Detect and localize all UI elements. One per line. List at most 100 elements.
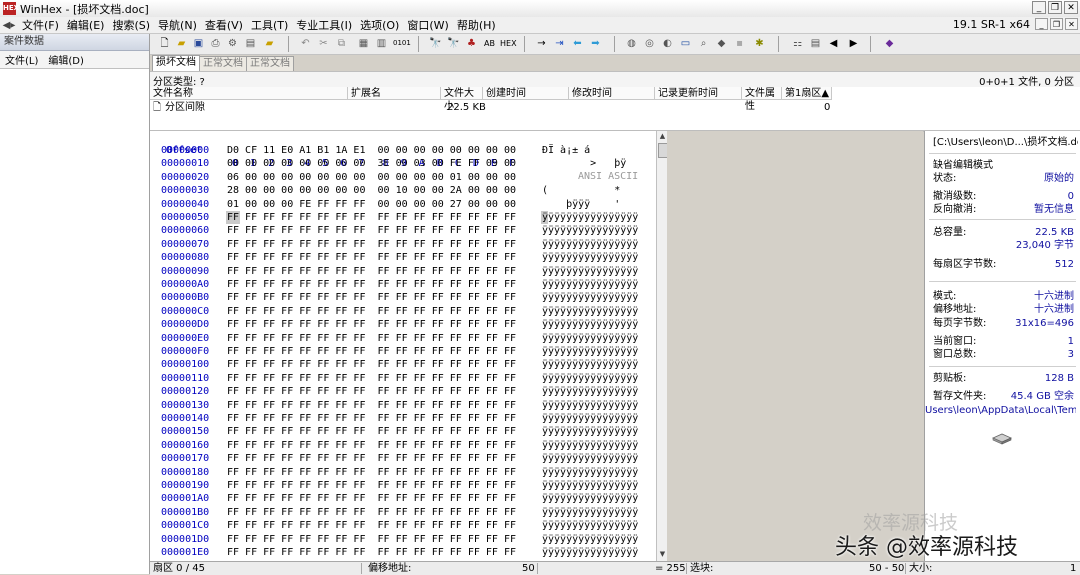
row-hex-bytes[interactable]: FF FF FF FF FF FF FF FF FF FF FF FF FF F… — [227, 278, 516, 291]
row-hex-bytes[interactable]: FF FF FF FF FF FF FF FF FF FF FF FF FF F… — [227, 332, 516, 345]
tab-normal-doc-2[interactable]: 正常文档 — [246, 56, 294, 71]
row-hex-bytes[interactable]: 01 00 00 00 FE FF FF FF 00 00 00 00 27 0… — [227, 198, 516, 211]
row-ascii[interactable]: ÿÿÿÿÿÿÿÿÿÿÿÿÿÿÿÿ — [542, 318, 638, 331]
row-ascii[interactable]: ÿÿÿÿÿÿÿÿÿÿÿÿÿÿÿÿ — [542, 546, 638, 559]
restore-button[interactable]: ❐ — [1048, 1, 1062, 14]
row-hex-bytes[interactable]: FF FF FF FF FF FF FF FF FF FF FF FF FF F… — [227, 452, 516, 465]
col-first-sector[interactable]: 第1扇区▲ — [782, 87, 832, 100]
tab-damaged-doc[interactable]: 损坏文档 — [152, 55, 200, 71]
row-ascii[interactable]: ÐÏ à¡± á — [542, 144, 590, 157]
replace-text-icon[interactable]: ♣ — [464, 36, 479, 51]
row-ascii[interactable]: ÿÿÿÿÿÿÿÿÿÿÿÿÿÿÿÿ — [542, 278, 638, 291]
open-folder-icon[interactable]: ▰ — [174, 36, 189, 51]
row-ascii[interactable]: ÿÿÿÿÿÿÿÿÿÿÿÿÿÿÿÿ — [542, 305, 638, 318]
find-next-icon[interactable]: HEX — [500, 36, 517, 51]
row-ascii[interactable]: þÿÿÿ ' — [542, 198, 620, 211]
new-file-icon[interactable]: 🗋 — [157, 36, 172, 51]
ram-icon[interactable]: ▭ — [678, 36, 693, 51]
row-hex-bytes[interactable]: FF FF FF FF FF FF FF FF FF FF FF FF FF F… — [227, 533, 516, 546]
menu-tools[interactable]: 工具(T) — [247, 17, 292, 33]
doc-close-button[interactable]: ✕ — [1065, 18, 1078, 30]
row-ascii[interactable]: ÿÿÿÿÿÿÿÿÿÿÿÿÿÿÿÿ — [542, 399, 638, 412]
tile-icon[interactable]: ⚏ — [790, 36, 805, 51]
row-ascii[interactable]: ÿÿÿÿÿÿÿÿÿÿÿÿÿÿÿÿ — [542, 466, 638, 479]
row-hex-bytes[interactable]: FF FF FF FF FF FF FF FF FF FF FF FF FF F… — [227, 466, 516, 479]
row-hex-bytes[interactable]: FF FF FF FF FF FF FF FF FF FF FF FF FF F… — [227, 238, 516, 251]
save-icon[interactable]: ▣ — [191, 36, 206, 51]
col-modified[interactable]: 修改时间 — [569, 87, 655, 100]
row-hex-bytes[interactable]: FF FF FF FF FF FF FF FF FF FF FF FF FF F… — [227, 546, 516, 559]
magnifier-icon[interactable]: ⌕ — [696, 36, 711, 51]
copy-icon[interactable]: ⧉ — [334, 36, 349, 51]
menu-search[interactable]: 搜索(S) — [108, 17, 154, 33]
row-ascii[interactable]: ÿÿÿÿÿÿÿÿÿÿÿÿÿÿÿÿ — [542, 224, 638, 237]
col-created[interactable]: 创建时间 — [483, 87, 569, 100]
col-record-updated[interactable]: 记录更新时间 — [655, 87, 742, 100]
help-book-icon[interactable]: ◆ — [882, 36, 897, 51]
row-ascii[interactable]: ÿÿÿÿÿÿÿÿÿÿÿÿÿÿÿÿ — [542, 238, 638, 251]
row-hex-bytes[interactable]: FF FF FF FF FF FF FF FF FF FF FF FF FF F… — [227, 358, 516, 371]
goto-offset-icon[interactable]: → — [534, 36, 549, 51]
next-window-icon[interactable]: ▶ — [846, 36, 861, 51]
row-hex-bytes[interactable]: FF FF FF FF FF FF FF FF FF FF FF FF FF F… — [227, 251, 516, 264]
calculator-icon[interactable]: ◆ — [714, 36, 729, 51]
col-filename[interactable]: 文件名称 — [150, 87, 348, 100]
forward-icon[interactable]: ➡ — [588, 36, 603, 51]
disk-clone-icon[interactable]: ◎ — [642, 36, 657, 51]
row-ascii[interactable]: ÿÿÿÿÿÿÿÿÿÿÿÿÿÿÿÿ — [542, 291, 638, 304]
row-hex-bytes[interactable]: D0 CF 11 E0 A1 B1 1A E1 00 00 00 00 00 0… — [227, 144, 516, 157]
row-ascii[interactable]: ÿÿÿÿÿÿÿÿÿÿÿÿÿÿÿÿ — [542, 479, 638, 492]
undo-icon[interactable]: ↶ — [298, 36, 313, 51]
row-ascii[interactable]: ÿÿÿÿÿÿÿÿÿÿÿÿÿÿÿÿ — [542, 452, 638, 465]
row-hex-bytes[interactable]: FF FF FF FF FF FF FF FF FF FF FF FF FF F… — [227, 305, 516, 318]
row-ascii[interactable]: ÿÿÿÿÿÿÿÿÿÿÿÿÿÿÿÿ — [542, 265, 638, 278]
col-extension[interactable]: 扩展名 — [348, 87, 441, 100]
hash-icon[interactable]: ▪ — [732, 36, 747, 51]
case-menu-edit[interactable]: 编辑(D) — [43, 52, 89, 67]
prev-window-icon[interactable]: ◀ — [826, 36, 841, 51]
row-hex-bytes[interactable]: FF FF FF FF FF FF FF FF FF FF FF FF FF F… — [227, 291, 516, 304]
disk-snapshot-icon[interactable]: ◐ — [660, 36, 675, 51]
scroll-down-icon[interactable]: ▼ — [658, 550, 667, 559]
row-hex-bytes[interactable]: FF FF FF FF FF FF FF FF FF FF FF FF FF F… — [227, 479, 516, 492]
row-hex-bytes[interactable]: FF FF FF FF FF FF FF FF FF FF FF FF FF F… — [227, 318, 516, 331]
row-hex-bytes[interactable]: FF FF FF FF FF FF FF FF FF FF FF FF FF F… — [227, 224, 516, 237]
scroll-up-icon[interactable]: ▲ — [658, 132, 667, 141]
row-hex-bytes[interactable]: FF FF FF FF FF FF FF FF FF FF FF FF FF F… — [227, 372, 516, 385]
row-ascii[interactable]: ÿÿÿÿÿÿÿÿÿÿÿÿÿÿÿÿ — [542, 358, 638, 371]
row-ascii[interactable]: > þÿ — [542, 157, 626, 170]
row-ascii[interactable]: ÿÿÿÿÿÿÿÿÿÿÿÿÿÿÿÿ — [542, 506, 638, 519]
find-text-icon[interactable]: 🔭 — [428, 36, 443, 51]
back-arrow-icon[interactable]: ◀▸ — [0, 20, 18, 31]
menu-file[interactable]: 文件(F) — [18, 17, 63, 33]
row-ascii[interactable]: ÿÿÿÿÿÿÿÿÿÿÿÿÿÿÿÿ — [542, 519, 638, 532]
row-hex-bytes[interactable]: FF FF FF FF FF FF FF FF FF FF FF FF FF F… — [227, 506, 516, 519]
layout-icon[interactable]: ▤ — [808, 36, 823, 51]
row-ascii[interactable]: ÿÿÿÿÿÿÿÿÿÿÿÿÿÿÿÿ — [542, 425, 638, 438]
close-button[interactable]: ✕ — [1064, 1, 1078, 14]
row-hex-bytes[interactable]: FF FF FF FF FF FF FF FF FF FF FF FF FF F… — [227, 425, 516, 438]
row-ascii[interactable]: ÿÿÿÿÿÿÿÿÿÿÿÿÿÿÿÿ — [542, 332, 638, 345]
file-row-name[interactable]: 分区间隙 — [165, 101, 205, 114]
analyze-icon[interactable]: ✱ — [752, 36, 767, 51]
row-ascii[interactable]: ÿÿÿÿÿÿÿÿÿÿÿÿÿÿÿÿ — [542, 211, 638, 224]
row-ascii[interactable]: ÿÿÿÿÿÿÿÿÿÿÿÿÿÿÿÿ — [542, 385, 638, 398]
print-icon[interactable]: ⎙ — [208, 36, 223, 51]
back-icon[interactable]: ⬅ — [570, 36, 585, 51]
replace-hex-icon[interactable]: AB — [482, 36, 497, 51]
row-hex-bytes[interactable]: FF FF FF FF FF FF FF FF FF FF FF FF FF F… — [227, 492, 516, 505]
row-ascii[interactable]: ÿÿÿÿÿÿÿÿÿÿÿÿÿÿÿÿ — [542, 492, 638, 505]
goto-sector-icon[interactable]: ⇥ — [552, 36, 567, 51]
row-hex-bytes[interactable]: FF FF FF FF FF FF FF FF FF FF FF FF FF F… — [227, 345, 516, 358]
row-hex-bytes[interactable]: 00 00 00 00 00 00 00 00 3E 00 03 00 FE F… — [227, 157, 516, 170]
menu-view[interactable]: 查看(V) — [201, 17, 247, 33]
properties-icon[interactable]: ⚙ — [225, 36, 240, 51]
minimize-button[interactable]: _ — [1032, 1, 1046, 14]
disk-tools-icon[interactable]: ◍ — [624, 36, 639, 51]
row-ascii[interactable]: ÿÿÿÿÿÿÿÿÿÿÿÿÿÿÿÿ — [542, 345, 638, 358]
row-ascii[interactable]: ÿÿÿÿÿÿÿÿÿÿÿÿÿÿÿÿ — [542, 412, 638, 425]
row-ascii[interactable]: ÿÿÿÿÿÿÿÿÿÿÿÿÿÿÿÿ — [542, 533, 638, 546]
row-hex-bytes[interactable]: FF FF FF FF FF FF FF FF FF FF FF FF FF F… — [227, 211, 516, 224]
row-hex-bytes[interactable]: 06 00 00 00 00 00 00 00 00 00 00 00 01 0… — [227, 171, 516, 184]
row-hex-bytes[interactable]: FF FF FF FF FF FF FF FF FF FF FF FF FF F… — [227, 519, 516, 532]
